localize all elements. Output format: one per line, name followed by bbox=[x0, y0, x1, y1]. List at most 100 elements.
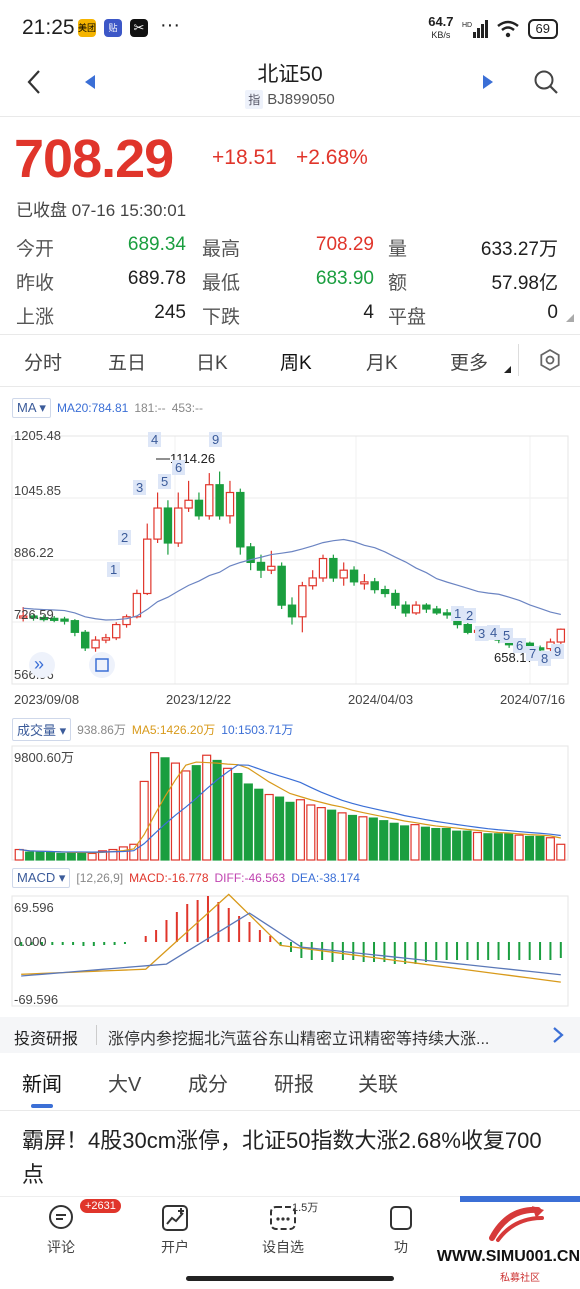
comment-icon bbox=[46, 1203, 76, 1233]
index-tag: 指 bbox=[245, 90, 264, 109]
tab-daily-k[interactable]: 日K bbox=[196, 348, 228, 375]
tab-more[interactable]: 更多 bbox=[450, 348, 488, 375]
gear-icon bbox=[540, 348, 560, 372]
rotate-button bbox=[89, 652, 115, 678]
wave-count-label: 5 bbox=[503, 628, 510, 643]
candle bbox=[308, 577, 317, 587]
volume-bar bbox=[45, 851, 56, 861]
volume-bar bbox=[150, 752, 160, 861]
volume-bar bbox=[472, 831, 483, 861]
wave-count-label: 2 bbox=[121, 530, 128, 545]
candle bbox=[143, 538, 152, 595]
wave-count-label: 4 bbox=[490, 625, 497, 640]
watermark-subtext: 私募社区 bbox=[500, 1273, 540, 1284]
volume-bar bbox=[129, 843, 139, 861]
ma453-value: 453:-- bbox=[171, 401, 204, 415]
wave-count-label: 9 bbox=[212, 432, 219, 447]
quote-value: 4 bbox=[363, 302, 374, 323]
more-dropdown-icon bbox=[504, 366, 511, 373]
candle bbox=[60, 618, 69, 622]
volume-bar bbox=[233, 772, 243, 861]
candle bbox=[401, 604, 410, 614]
search-button[interactable] bbox=[526, 62, 566, 102]
candle bbox=[391, 592, 400, 606]
volume-bar bbox=[14, 848, 24, 861]
candle bbox=[256, 561, 266, 571]
volume-bar bbox=[139, 780, 149, 861]
volume-ma5: MA5:1426.20万 bbox=[131, 723, 216, 737]
quote-value: 708.29 bbox=[315, 234, 374, 255]
quote-value: 689.34 bbox=[127, 234, 186, 255]
x-tick-label: 2023/12/22 bbox=[166, 692, 231, 707]
volume-bar bbox=[264, 793, 274, 861]
candle bbox=[298, 585, 307, 618]
volume-bar bbox=[483, 833, 493, 861]
last-price: 708.29 bbox=[14, 129, 174, 189]
volume-chart[interactable]: 9800.60万 bbox=[0, 740, 580, 865]
candle bbox=[70, 620, 80, 633]
kline-legend: MA ▾ MA20:784.81 181:-- 453:-- bbox=[12, 398, 203, 418]
net-speed: 64.7 KB/s bbox=[428, 14, 454, 40]
volume-bar bbox=[524, 835, 535, 861]
signal-icon: HD bbox=[462, 19, 488, 38]
tab-monthly-k[interactable]: 月K bbox=[366, 348, 398, 375]
news-headline[interactable]: 霸屏！4股30cm涨停，北证50指数大涨2.68%收复700点 bbox=[22, 1124, 552, 1192]
chart-settings-button[interactable] bbox=[530, 340, 570, 380]
tab-big-v[interactable]: 大V bbox=[108, 1068, 141, 1097]
tab-five-day[interactable]: 五日 bbox=[108, 348, 146, 375]
macd-legend: MACD ▾ [12,26,9] MACD:-16.778 DIFF:-46.5… bbox=[12, 868, 360, 888]
comment-count-badge: +2631 bbox=[80, 1199, 121, 1213]
macd-chart[interactable]: 69.596 0.000 -69.596 bbox=[0, 890, 580, 1012]
home-indicator[interactable] bbox=[186, 1276, 394, 1281]
volume-bar bbox=[160, 757, 170, 861]
battery-indicator: 69 bbox=[527, 18, 558, 39]
tab-related[interactable]: 关联 bbox=[358, 1068, 398, 1097]
wave-count-label: 3 bbox=[478, 626, 485, 641]
quote-value: 0 bbox=[547, 302, 558, 323]
tab-constituents[interactable]: 成分 bbox=[188, 1068, 228, 1097]
candle bbox=[442, 612, 452, 616]
candle bbox=[329, 557, 338, 579]
candle bbox=[91, 639, 100, 649]
macd-selector[interactable]: MACD ▾ bbox=[12, 868, 71, 888]
tab-weekly-k[interactable]: 周K bbox=[280, 348, 312, 375]
price-change-pct: +2.68% bbox=[296, 146, 368, 169]
quote-label: 昨收 bbox=[16, 273, 55, 294]
volume-bar bbox=[358, 816, 368, 861]
wave-count-label: 1 bbox=[454, 606, 461, 621]
next-stock-button[interactable] bbox=[468, 62, 508, 102]
candle bbox=[163, 507, 173, 544]
research-strip[interactable]: 投资研报 涨停内参挖掘北汽蓝谷东山精密立讯精密等持续大涨... bbox=[0, 1017, 580, 1053]
diff-value: DIFF:-46.563 bbox=[214, 871, 286, 885]
tieba-app-icon: 贴 bbox=[104, 19, 122, 37]
volume-bar bbox=[535, 835, 545, 861]
tab-intraday[interactable]: 分时 bbox=[24, 348, 62, 375]
volume-bar bbox=[285, 801, 295, 861]
chart-plus-icon bbox=[160, 1203, 190, 1233]
macd-y-label: 69.596 bbox=[14, 900, 54, 915]
open-account-button[interactable]: 开户 bbox=[140, 1203, 210, 1257]
macd-y-label: -69.596 bbox=[14, 992, 58, 1007]
expand-quote-icon[interactable] bbox=[566, 314, 574, 322]
volume-bar bbox=[337, 812, 347, 861]
wave-count-label: 7 bbox=[529, 646, 536, 661]
tab-news[interactable]: 新闻 bbox=[22, 1068, 62, 1097]
tab-research[interactable]: 研报 bbox=[274, 1068, 314, 1097]
candle bbox=[277, 565, 286, 606]
volume-bar bbox=[295, 799, 305, 861]
volume-bar bbox=[431, 827, 441, 861]
volume-ma10: 10:1503.71万 bbox=[221, 723, 294, 737]
capcut-app-icon: ✂ bbox=[130, 19, 148, 37]
kline-chart[interactable]: 1205.481045.85886.22726.59566.962023/09/… bbox=[0, 420, 580, 710]
volume-bar bbox=[56, 852, 66, 861]
quote-label: 今开 bbox=[16, 239, 55, 260]
candle bbox=[80, 631, 90, 649]
candle bbox=[174, 507, 183, 544]
candle bbox=[225, 491, 235, 517]
research-headline: 涨停内参挖掘北汽蓝谷东山精密立讯精密等持续大涨... bbox=[108, 1031, 490, 1048]
volume-selector[interactable]: 成交量 ▾ bbox=[12, 718, 72, 741]
volume-legend: 成交量 ▾ 938.86万 MA5:1426.20万 10:1503.71万 bbox=[12, 718, 293, 741]
x-tick-label: 2024/07/16 bbox=[500, 692, 565, 707]
candle bbox=[411, 604, 421, 614]
ma-selector[interactable]: MA ▾ bbox=[12, 398, 51, 418]
